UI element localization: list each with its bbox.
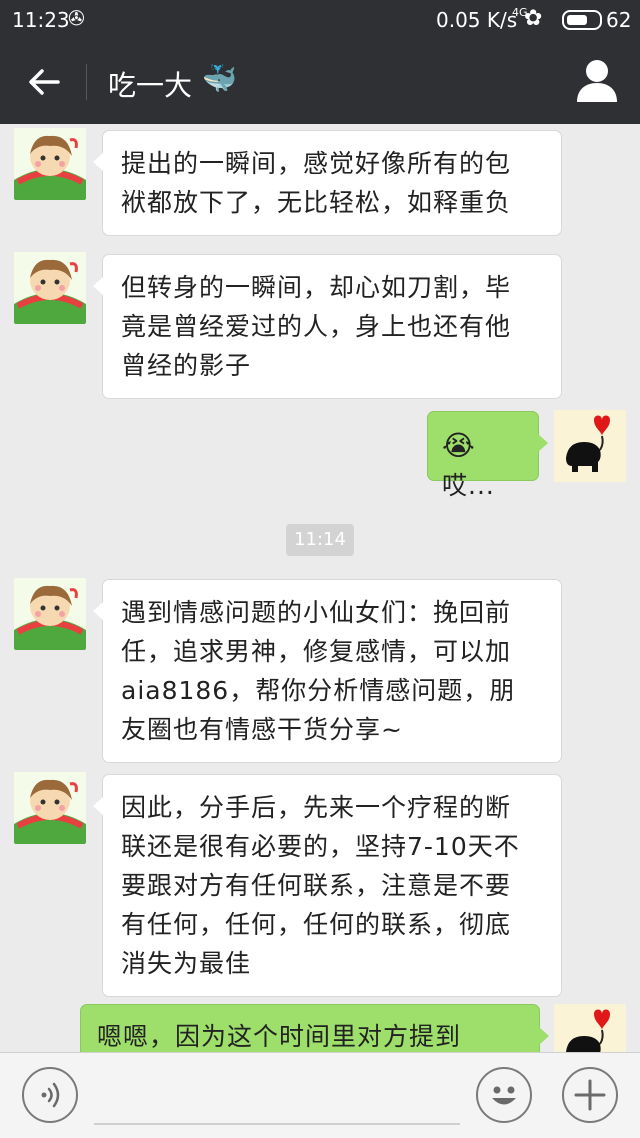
voice-button[interactable] [22, 1067, 78, 1123]
smiley-icon [492, 1086, 516, 1105]
chat-header: 吃一大 🐳 [0, 40, 640, 124]
profile-button[interactable] [574, 56, 620, 106]
my-avatar[interactable] [554, 1004, 626, 1052]
message-text: 哎... [442, 471, 495, 500]
crying-emoji: 😭 [442, 429, 476, 462]
message-bubble-outgoing[interactable]: 😭 哎... [427, 411, 548, 500]
message-text: 提出的一瞬间，感觉好像所有的包 [121, 149, 512, 178]
contact-avatar[interactable] [14, 772, 86, 844]
signal-icon: ✿ [524, 6, 543, 31]
message-text: 消失为最佳 [121, 949, 252, 978]
back-button[interactable] [22, 60, 66, 104]
more-button[interactable] [562, 1067, 618, 1123]
contact-avatar[interactable] [14, 252, 86, 324]
chat-title: 吃一大 [108, 69, 193, 102]
whale-emoji: 🐳 [202, 62, 237, 95]
girl-watermelon-avatar [14, 578, 86, 650]
message-text: 嗯嗯，因为这个时间里对方提到 [97, 1022, 462, 1051]
message-bubble-outgoing[interactable]: 嗯嗯，因为这个时间里对方提到 [80, 1004, 549, 1052]
battery-icon [562, 10, 602, 30]
message-text: 有任何，任何，任何的联系，彻底 [121, 910, 512, 939]
message-text: aia8186，帮你分析情感问题，朋 [121, 676, 516, 705]
girl-watermelon-avatar [14, 772, 86, 844]
contact-avatar[interactable] [14, 128, 86, 200]
chat-area[interactable]: 提出的一瞬间，感觉好像所有的包 袱都放下了，无比轻松，如释重负 但转身的一瞬间，… [0, 124, 640, 1052]
message-text: 联还是很有必要的，坚持7-10天不 [121, 832, 520, 861]
elephant-heart-avatar [554, 410, 626, 482]
message-text: 要跟对方有任何联系，注意是不要 [121, 871, 512, 900]
voice-icon [41, 1082, 60, 1108]
message-text: 但转身的一瞬间，却心如刀割，毕 [121, 273, 512, 302]
elephant-heart-avatar [554, 1004, 626, 1052]
emoji-button[interactable] [476, 1067, 532, 1123]
message-bubble-incoming[interactable]: 因此，分手后，先来一个疗程的断 联还是很有必要的，坚持7-10天不 要跟对方有任… [93, 774, 562, 997]
contact-avatar[interactable] [14, 578, 86, 650]
header-divider [86, 64, 87, 100]
message-text: 袱都放下了，无比轻松，如释重负 [121, 188, 512, 217]
timestamp-divider: 11:14 [286, 524, 354, 556]
message-input[interactable] [94, 1067, 460, 1125]
arrow-left-icon [29, 69, 60, 95]
message-text: 曾经的影子 [121, 351, 252, 380]
message-text: 任，追求男神，修复感情，可以加 [121, 637, 512, 666]
message-text: 竟是曾经爱过的人，身上也还有他 [121, 312, 512, 341]
my-avatar[interactable] [554, 410, 626, 482]
notification-icon: ✇ [68, 6, 85, 30]
battery-percent: 62 [606, 8, 632, 32]
status-bar: 11:23 ✇ 0.05 K/s 4G ✿ 62 [0, 0, 640, 40]
network-speed: 0.05 K/s [436, 8, 518, 32]
plus-icon [574, 1079, 606, 1111]
message-bubble-incoming[interactable]: 遇到情感问题的小仙女们：挽回前 任，追求男神，修复感情，可以加 aia8186，… [93, 579, 562, 763]
person-icon [577, 60, 617, 102]
message-text: 遇到情感问题的小仙女们：挽回前 [121, 598, 512, 627]
message-bubble-incoming[interactable]: 但转身的一瞬间，却心如刀割，毕 竟是曾经爱过的人，身上也还有他 曾经的影子 [93, 254, 562, 399]
girl-watermelon-avatar [14, 128, 86, 200]
message-text: 友圈也有情感干货分享~ [121, 715, 403, 744]
input-bar [0, 1052, 640, 1138]
message-text: 因此，分手后，先来一个疗程的断 [121, 793, 512, 822]
girl-watermelon-avatar [14, 252, 86, 324]
status-time: 11:23 [12, 8, 70, 32]
message-bubble-incoming[interactable]: 提出的一瞬间，感觉好像所有的包 袱都放下了，无比轻松，如释重负 [93, 130, 562, 236]
